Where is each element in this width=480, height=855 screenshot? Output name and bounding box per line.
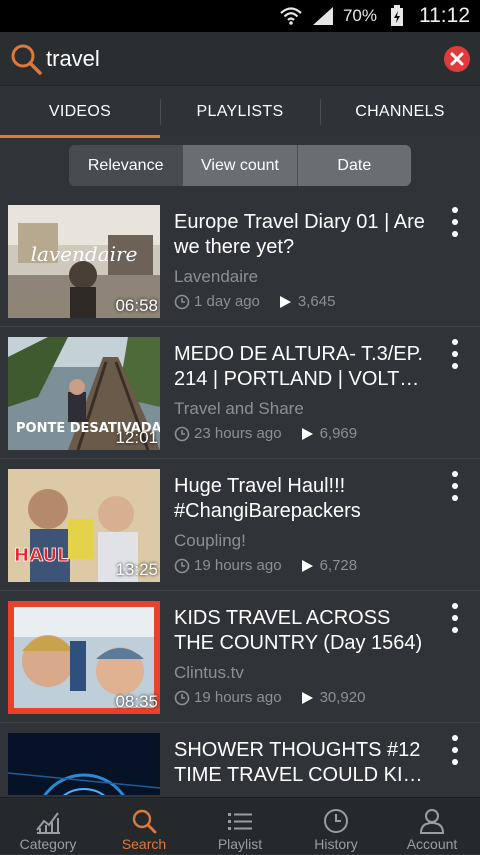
video-duration: 12:01 <box>115 428 158 447</box>
list-item[interactable]: PONTE DESATIVADA 12:01 MEDO DE ALTURA- T… <box>0 327 480 459</box>
video-thumbnail[interactable] <box>8 733 160 795</box>
list-item[interactable]: HAUL 13:25 Huge Travel Haul!!! #ChangiBa… <box>0 459 480 591</box>
nav-label: Category <box>19 836 77 852</box>
video-meta: 19 hours ago 6,728 <box>174 557 357 574</box>
view-count: 6,728 <box>319 557 358 574</box>
battery-charging-icon <box>385 4 409 28</box>
video-duration: 06:58 <box>115 296 158 315</box>
channel-name[interactable]: Clintus.tv <box>174 663 244 683</box>
status-bar: 70% 11:12 <box>0 0 480 32</box>
nav-history[interactable]: History <box>288 798 384 855</box>
channel-name[interactable]: Travel and Share <box>174 399 304 419</box>
nav-label: Playlist <box>217 836 263 852</box>
play-icon <box>279 295 291 308</box>
nav-category[interactable]: Category <box>0 798 96 855</box>
search-input[interactable] <box>46 45 426 72</box>
thumbnail-caption: lavendaire <box>31 242 138 266</box>
video-duration: 08:35 <box>115 692 158 711</box>
clock-icon <box>174 294 190 309</box>
view-count: 3,645 <box>297 293 336 310</box>
play-icon <box>301 691 313 704</box>
view-count: 30,920 <box>319 689 366 706</box>
clock-icon <box>174 690 190 705</box>
clock-icon <box>324 809 348 833</box>
person-icon <box>419 809 445 834</box>
more-options-icon[interactable] <box>450 603 460 633</box>
video-meta: 23 hours ago 6,969 <box>174 425 357 442</box>
video-title[interactable]: Huge Travel Haul!!! #ChangiBarepackers <box>174 474 434 524</box>
nav-search[interactable]: Search <box>96 798 192 855</box>
close-icon <box>450 52 464 66</box>
video-meta: 19 hours ago 30,920 <box>174 689 365 706</box>
play-icon <box>301 559 313 572</box>
result-type-tabs: VIDEOS PLAYLISTS CHANNELS <box>0 86 480 138</box>
upload-age: 19 hours ago <box>194 689 282 706</box>
upload-age: 19 hours ago <box>194 557 282 574</box>
video-title[interactable]: KIDS TRAVEL ACROSS THE COUNTRY (Day 1564… <box>174 606 434 656</box>
video-title[interactable]: Europe Travel Diary 01 | Are we there ye… <box>174 210 434 260</box>
video-duration: 13:25 <box>115 560 158 579</box>
status-clock: 11:12 <box>419 4 470 27</box>
clear-search-button[interactable] <box>444 46 470 72</box>
list-item[interactable]: 08:35 KIDS TRAVEL ACROSS THE COUNTRY (Da… <box>0 591 480 723</box>
video-list[interactable]: lavendaire 06:58 Europe Travel Diary 01 … <box>0 195 480 795</box>
list-item[interactable]: lavendaire 06:58 Europe Travel Diary 01 … <box>0 195 480 327</box>
video-title[interactable]: MEDO DE ALTURA- T.3/EP. 214 | PORTLAND |… <box>174 342 434 392</box>
clock-icon <box>174 558 190 573</box>
search-icon <box>132 809 157 834</box>
upload-age: 1 day ago <box>194 293 260 310</box>
search-bar <box>0 32 480 86</box>
channel-name[interactable]: Coupling! <box>174 531 246 551</box>
sort-date[interactable]: Date <box>296 145 411 186</box>
signal-icon <box>311 4 335 28</box>
video-thumbnail[interactable]: 08:35 <box>8 601 160 714</box>
tab-videos[interactable]: VIDEOS <box>0 86 160 138</box>
list-icon <box>228 813 252 830</box>
chart-icon <box>36 812 60 834</box>
nav-label: History <box>314 836 358 852</box>
tab-playlists[interactable]: PLAYLISTS <box>160 86 320 138</box>
view-count: 6,969 <box>319 425 358 442</box>
bottom-navigation: Category Search Playlist History Account <box>0 797 480 854</box>
nav-label: Search <box>121 836 167 852</box>
thumbnail-caption: HAUL <box>14 545 69 566</box>
video-thumbnail[interactable]: HAUL 13:25 <box>8 469 160 582</box>
sort-relevance[interactable]: Relevance <box>69 145 183 186</box>
list-item[interactable]: SHOWER THOUGHTS #12 TIME TRAVEL COULD KI… <box>0 723 480 795</box>
more-options-icon[interactable] <box>450 471 460 501</box>
nav-account[interactable]: Account <box>384 798 480 855</box>
search-icon[interactable] <box>8 41 44 77</box>
video-meta: 1 day ago 3,645 <box>174 293 335 310</box>
more-options-icon[interactable] <box>450 339 460 369</box>
sort-segmented-control: Relevance View count Date <box>69 145 411 186</box>
sort-view-count[interactable]: View count <box>182 145 297 186</box>
nav-label: Account <box>406 836 458 852</box>
nav-playlist[interactable]: Playlist <box>192 798 288 855</box>
wifi-icon <box>279 4 303 28</box>
channel-name[interactable]: Lavendaire <box>174 267 258 287</box>
more-options-icon[interactable] <box>450 735 460 765</box>
video-thumbnail[interactable]: PONTE DESATIVADA 12:01 <box>8 337 160 450</box>
tab-channels[interactable]: CHANNELS <box>320 86 480 138</box>
play-icon <box>301 427 313 440</box>
clock-icon <box>174 426 190 441</box>
upload-age: 23 hours ago <box>194 425 282 442</box>
more-options-icon[interactable] <box>450 207 460 237</box>
battery-percent: 70% <box>342 6 377 25</box>
video-thumbnail[interactable]: lavendaire 06:58 <box>8 205 160 318</box>
video-title[interactable]: SHOWER THOUGHTS #12 TIME TRAVEL COULD KI… <box>174 738 434 788</box>
